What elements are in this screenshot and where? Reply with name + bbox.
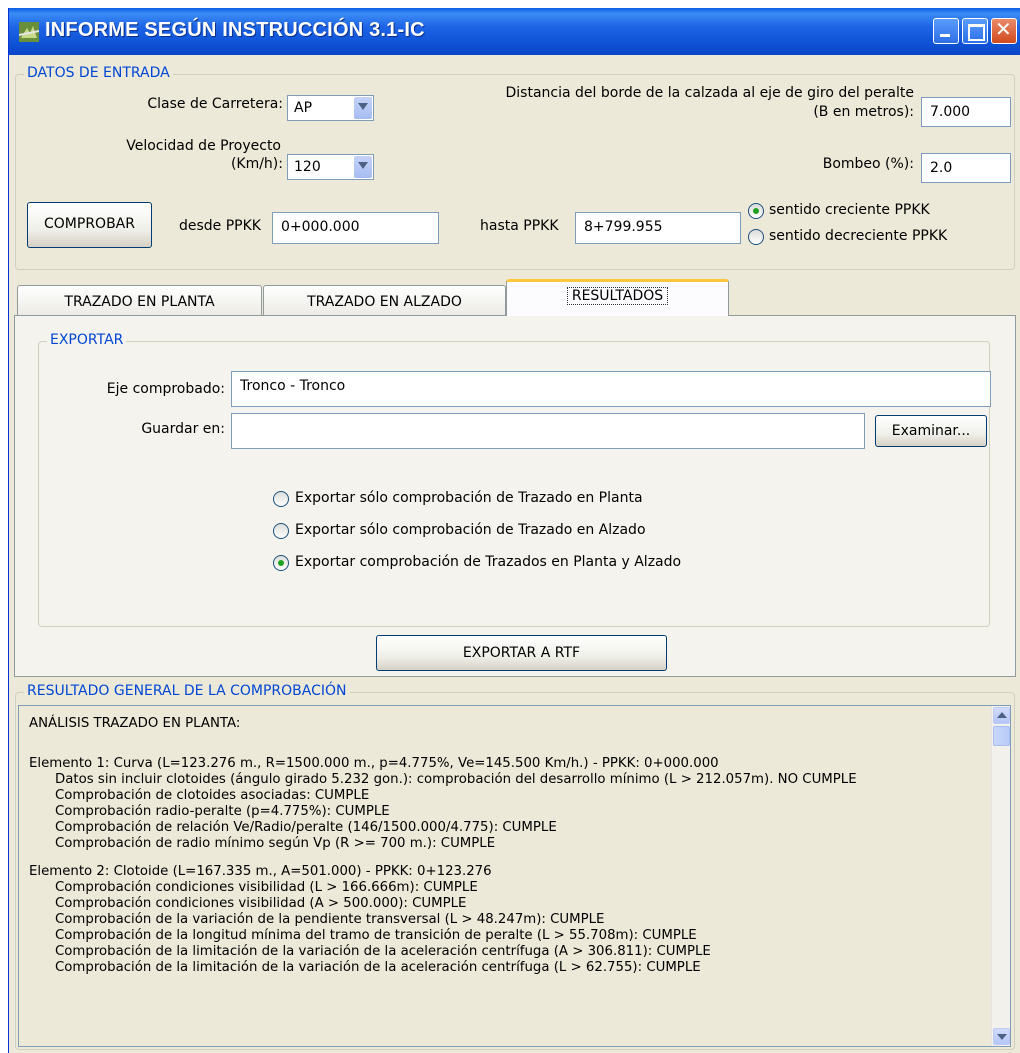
distancia-label: Distancia del borde de la calzada al eje… xyxy=(505,85,915,101)
elemento-2-line: Comprobación de la variación de la pendi… xyxy=(55,912,605,927)
tab-trazado-alzado[interactable]: TRAZADO EN ALZADO xyxy=(263,285,506,315)
tab-trazado-planta-label: TRAZADO EN PLANTA xyxy=(64,294,215,310)
distancia-unit-label: (B en metros): xyxy=(813,104,914,120)
app-icon xyxy=(19,22,39,42)
sentido-creciente-label[interactable]: sentido creciente PPKK xyxy=(769,202,930,218)
export-alzado-label[interactable]: Exportar sólo comprobación de Trazado en… xyxy=(295,522,646,538)
elemento-1-line: Comprobación radio-peralte (p=4.775%): C… xyxy=(55,804,390,819)
sentido-creciente-radio[interactable] xyxy=(748,203,764,219)
tab-resultados-label: RESULTADOS xyxy=(566,287,669,305)
export-planta-label[interactable]: Exportar sólo comprobación de Trazado en… xyxy=(295,490,643,506)
sentido-decreciente-radio[interactable] xyxy=(748,229,764,245)
sentido-decreciente-label[interactable]: sentido decreciente PPKK xyxy=(769,228,947,244)
resultados-tab-panel: EXPORTAR Eje comprobado: Tronco - Tronco… xyxy=(14,315,1016,677)
comprobar-button[interactable]: COMPROBAR xyxy=(27,202,152,248)
datos-entrada-title: DATOS DE ENTRADA xyxy=(24,65,173,81)
window-title: INFORME SEGÚN INSTRUCCIÓN 3.1-IC xyxy=(45,19,425,41)
chevron-down-icon[interactable] xyxy=(354,97,372,119)
title-bar[interactable]: INFORME SEGÚN INSTRUCCIÓN 3.1-IC ✕ xyxy=(9,8,1020,55)
exportar-title: EXPORTAR xyxy=(47,332,127,348)
minimize-button[interactable] xyxy=(933,18,959,44)
tab-trazado-alzado-label: TRAZADO EN ALZADO xyxy=(307,294,462,310)
guardar-en-input[interactable] xyxy=(231,413,865,449)
tab-trazado-planta[interactable]: TRAZADO EN PLANTA xyxy=(17,285,262,315)
resultado-scrollbar[interactable] xyxy=(991,706,1010,1046)
bombeo-label: Bombeo (%): xyxy=(822,156,914,172)
elemento-2-line: Comprobación condiciones visibilidad (A … xyxy=(55,896,467,911)
app-window: INFORME SEGÚN INSTRUCCIÓN 3.1-IC ✕ DATOS… xyxy=(8,8,1020,1053)
velocidad-value: 120 xyxy=(294,159,321,175)
examinar-button[interactable]: Examinar... xyxy=(875,415,987,447)
guardar-en-label: Guardar en: xyxy=(141,421,225,437)
elemento-1-header: Elemento 1: Curva (L=123.276 m., R=1500.… xyxy=(29,756,719,771)
eje-comprobado-field[interactable]: Tronco - Tronco xyxy=(231,371,991,407)
resultado-title: RESULTADO GENERAL DE LA COMPROBACIÓN xyxy=(24,683,350,699)
velocidad-unit-label: (Km/h): xyxy=(230,156,283,172)
scroll-thumb[interactable] xyxy=(993,726,1010,746)
close-icon: ✕ xyxy=(995,17,1012,41)
export-planta-alzado-radio[interactable] xyxy=(273,555,289,571)
scroll-up-icon[interactable] xyxy=(993,707,1010,724)
close-button[interactable]: ✕ xyxy=(991,17,1017,44)
tab-resultados[interactable]: RESULTADOS xyxy=(506,279,729,316)
distancia-input[interactable]: 7.000 xyxy=(921,97,1011,127)
export-planta-radio[interactable] xyxy=(273,491,289,507)
elemento-2-line: Comprobación de la limitación de la vari… xyxy=(55,960,701,975)
eje-comprobado-label: Eje comprobado: xyxy=(106,381,225,397)
elemento-2-line: Comprobación condiciones visibilidad (L … xyxy=(55,880,478,895)
chevron-down-icon[interactable] xyxy=(354,156,372,178)
elemento-1-line: Comprobación de clotoides asociadas: CUM… xyxy=(55,788,370,803)
hasta-ppkk-input[interactable]: 8+799.955 xyxy=(575,212,741,244)
exportar-rtf-button[interactable]: EXPORTAR A RTF xyxy=(376,635,667,671)
hasta-ppkk-label: hasta PPKK xyxy=(480,218,559,234)
bombeo-input[interactable]: 2.0 xyxy=(921,153,1011,183)
analisis-heading: ANÁLISIS TRAZADO EN PLANTA: xyxy=(29,716,241,731)
elemento-2-header: Elemento 2: Clotoide (L=167.335 m., A=50… xyxy=(29,864,492,879)
scroll-down-icon[interactable] xyxy=(993,1028,1010,1045)
velocidad-select[interactable]: 120 xyxy=(287,154,374,180)
clase-carretera-label: Clase de Carretera: xyxy=(147,96,283,112)
elemento-1-line: Datos sin incluir clotoides (ángulo gira… xyxy=(55,772,857,787)
clase-carretera-select[interactable]: AP xyxy=(287,95,374,121)
elemento-2-line: Comprobación de la longitud mínima del t… xyxy=(55,928,697,943)
desde-ppkk-label: desde PPKK xyxy=(179,218,261,234)
resultado-text: ANÁLISIS TRAZADO EN PLANTA: Elemento 1: … xyxy=(29,716,984,976)
export-planta-alzado-label[interactable]: Exportar comprobación de Trazados en Pla… xyxy=(295,554,681,570)
maximize-button[interactable] xyxy=(962,18,988,44)
desde-ppkk-input[interactable]: 0+000.000 xyxy=(272,212,439,244)
clase-carretera-value: AP xyxy=(294,100,313,116)
export-alzado-radio[interactable] xyxy=(273,523,289,539)
resultado-textarea[interactable]: ANÁLISIS TRAZADO EN PLANTA: Elemento 1: … xyxy=(18,705,1011,1047)
velocidad-label: Velocidad de Proyecto xyxy=(126,138,281,154)
elemento-2-line: Comprobación de la limitación de la vari… xyxy=(55,944,711,959)
elemento-1-line: Comprobación de relación Ve/Radio/peralt… xyxy=(55,820,557,835)
elemento-1-line: Comprobación de radio mínimo según Vp (R… xyxy=(55,836,496,851)
